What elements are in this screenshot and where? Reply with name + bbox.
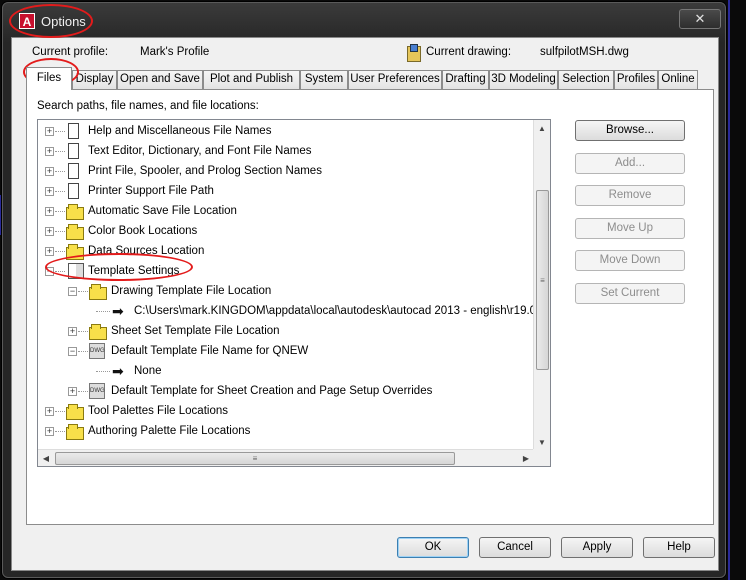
scroll-corner	[533, 449, 550, 466]
profile-row: Current profile: Mark's Profile Current …	[12, 44, 718, 64]
tab-display[interactable]: Display	[72, 70, 117, 89]
arrow-icon: ➡	[112, 303, 124, 319]
options-dialog: A Options ✕ Current profile: Mark's Prof…	[2, 2, 726, 578]
expand-icon[interactable]: +	[45, 187, 54, 196]
tree-item-label: Drawing Template File Location	[111, 285, 272, 297]
tab-drafting[interactable]: Drafting	[442, 70, 489, 89]
expand-icon[interactable]: +	[45, 227, 54, 236]
vertical-scrollbar[interactable]: ▲ ≡ ▼	[533, 120, 550, 451]
current-drawing-label: Current drawing:	[426, 46, 512, 58]
tab-selection[interactable]: Selection	[558, 70, 614, 89]
tree-item-label: Data Sources Location	[88, 245, 205, 257]
remove-button[interactable]: Remove	[575, 185, 685, 206]
tree-item-label: Default Template File Name for QNEW	[111, 345, 309, 357]
ok-button[interactable]: OK	[397, 537, 469, 558]
tab-user-preferences[interactable]: User Preferences	[348, 70, 442, 89]
files-tab-panel: Search paths, file names, and file locat…	[26, 89, 714, 525]
horizontal-scrollbar[interactable]: ◀ ≡ ▶	[38, 449, 534, 466]
help-button[interactable]: Help	[643, 537, 715, 558]
file-locations-tree[interactable]: + Help and Miscellaneous File Names + Te…	[37, 119, 551, 467]
folder-icon	[89, 323, 107, 340]
tree-item-label: Help and Miscellaneous File Names	[88, 125, 272, 137]
current-profile-value: Mark's Profile	[140, 46, 210, 58]
search-paths-label: Search paths, file names, and file locat…	[37, 100, 259, 112]
tree-item-label: Authoring Palette File Locations	[88, 425, 251, 437]
tree-item-label: Text Editor, Dictionary, and Font File N…	[88, 145, 312, 157]
add-button[interactable]: Add...	[575, 153, 685, 174]
expand-icon[interactable]: +	[45, 427, 54, 436]
tab-plot-and-publish[interactable]: Plot and Publish	[203, 70, 300, 89]
tab-files[interactable]: Files	[26, 67, 72, 90]
close-button[interactable]: ✕	[679, 9, 721, 29]
browse-button[interactable]: Browse...	[575, 120, 685, 141]
arrow-icon: ➡	[112, 363, 124, 379]
scroll-left-icon[interactable]: ◀	[38, 450, 54, 466]
tab-system[interactable]: System	[300, 70, 348, 89]
tree-item-label: None	[134, 365, 162, 377]
horizontal-scroll-thumb[interactable]: ≡	[55, 452, 455, 465]
tab-3d-modeling[interactable]: 3D Modeling	[489, 70, 558, 89]
current-drawing-value: sulfpilotMSH.dwg	[540, 46, 629, 58]
tree-item-label: C:\Users\mark.KINGDOM\appdata\local\auto…	[134, 305, 551, 317]
tree-item-label: Sheet Set Template File Location	[111, 325, 280, 337]
expand-icon[interactable]: +	[45, 407, 54, 416]
dwg-file-icon: DWG	[89, 343, 105, 359]
title-bar[interactable]: A Options ✕	[3, 3, 725, 37]
document-icon	[68, 183, 79, 199]
tree-item-label: Automatic Save File Location	[88, 205, 237, 217]
folder-icon	[66, 203, 84, 220]
tree-item-label: Print File, Spooler, and Prolog Section …	[88, 165, 322, 177]
window-title: Options	[41, 14, 86, 29]
dwg-file-icon: DWG	[89, 383, 105, 399]
expand-icon[interactable]: +	[45, 127, 54, 136]
collapse-icon[interactable]: −	[68, 287, 77, 296]
expand-icon[interactable]: +	[45, 147, 54, 156]
expand-icon[interactable]: +	[45, 207, 54, 216]
collapse-icon[interactable]: −	[45, 267, 54, 276]
background-cad-line	[728, 0, 730, 580]
cancel-button[interactable]: Cancel	[479, 537, 551, 558]
collapse-icon[interactable]: −	[68, 347, 77, 356]
folder-icon	[66, 403, 84, 420]
tab-online[interactable]: Online	[658, 70, 698, 89]
document-icon	[68, 143, 79, 159]
expand-icon[interactable]: +	[45, 247, 54, 256]
set-current-button[interactable]: Set Current	[575, 283, 685, 304]
autocad-app-icon: A	[19, 13, 35, 29]
scroll-up-icon[interactable]: ▲	[534, 120, 550, 137]
folder-icon	[66, 243, 84, 260]
vertical-scroll-thumb[interactable]: ≡	[536, 190, 549, 370]
folder-icon	[66, 223, 84, 240]
tree-item-label: Default Template for Sheet Creation and …	[111, 385, 433, 397]
expand-icon[interactable]: +	[45, 167, 54, 176]
expand-icon[interactable]: +	[68, 387, 77, 396]
move-down-button[interactable]: Move Down	[575, 250, 685, 271]
tab-profiles[interactable]: Profiles	[614, 70, 658, 89]
current-profile-label: Current profile:	[32, 46, 109, 58]
document-icon	[68, 163, 79, 179]
apply-button[interactable]: Apply	[561, 537, 633, 558]
expand-icon[interactable]: +	[68, 327, 77, 336]
folder-icon	[66, 423, 84, 440]
scroll-right-icon[interactable]: ▶	[518, 450, 534, 466]
dialog-client-area: Current profile: Mark's Profile Current …	[11, 37, 719, 571]
tree-item-label: Tool Palettes File Locations	[88, 405, 228, 417]
move-up-button[interactable]: Move Up	[575, 218, 685, 239]
tab-open-and-save[interactable]: Open and Save	[117, 70, 203, 89]
template-icon	[68, 263, 84, 279]
folder-icon	[89, 283, 107, 300]
drawing-icon	[407, 44, 421, 62]
tree-item-label: Printer Support File Path	[88, 185, 214, 197]
tree-item-label: Template Settings	[88, 265, 180, 277]
tree-item-label: Color Book Locations	[88, 225, 198, 237]
document-icon	[68, 123, 79, 139]
